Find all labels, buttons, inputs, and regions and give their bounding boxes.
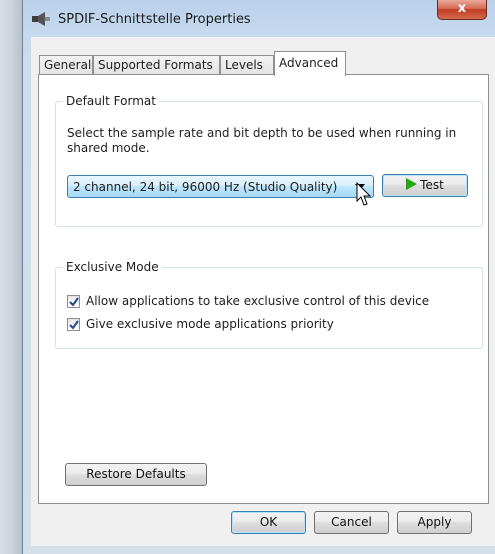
default-format-group: Default Format Select the sample rate an… [55,94,483,227]
checkmark-icon [69,320,79,330]
exclusive-priority-checkbox[interactable] [67,318,80,331]
play-icon [406,178,418,190]
restore-defaults-button[interactable]: Restore Defaults [65,463,207,486]
dialog-client-area: General Supported Formats Levels Advance… [31,37,495,546]
speaker-icon [32,12,50,26]
test-button-label: Test [420,178,444,192]
test-button[interactable]: Test [382,174,468,197]
allow-exclusive-control-checkbox[interactable] [67,295,80,308]
checkmark-icon [69,297,79,307]
selected-format-value: 2 channel, 24 bit, 96000 Hz (Studio Qual… [73,180,338,194]
title-bar[interactable]: SPDIF-Schnittstelle Properties x [23,0,495,36]
desktop-background-strip [0,0,22,554]
close-button[interactable]: x [437,0,487,20]
tab-supported-formats[interactable]: Supported Formats [93,55,220,75]
default-format-description: Select the sample rate and bit depth to … [67,126,457,155]
mouse-cursor-icon [356,182,372,206]
allow-exclusive-control-label: Allow applications to take exclusive con… [86,294,430,308]
advanced-tab-panel: Default Format Select the sample rate an… [38,74,489,504]
cancel-button[interactable]: Cancel [314,511,389,534]
default-format-legend: Default Format [63,94,159,108]
tab-advanced[interactable]: Advanced [274,51,346,76]
ok-button[interactable]: OK [231,511,306,534]
window-title: SPDIF-Schnittstelle Properties [58,12,251,27]
tab-levels[interactable]: Levels [220,55,274,75]
exclusive-mode-legend: Exclusive Mode [63,260,162,274]
apply-button[interactable]: Apply [397,511,472,534]
close-icon: x [457,1,467,16]
properties-window: SPDIF-Schnittstelle Properties x General… [22,0,495,554]
exclusive-priority-label: Give exclusive mode applications priorit… [86,317,334,331]
tab-general[interactable]: General [39,55,93,75]
sample-format-dropdown[interactable]: 2 channel, 24 bit, 96000 Hz (Studio Qual… [67,175,374,198]
exclusive-mode-group: Exclusive Mode Allow applications to tak… [55,260,483,349]
